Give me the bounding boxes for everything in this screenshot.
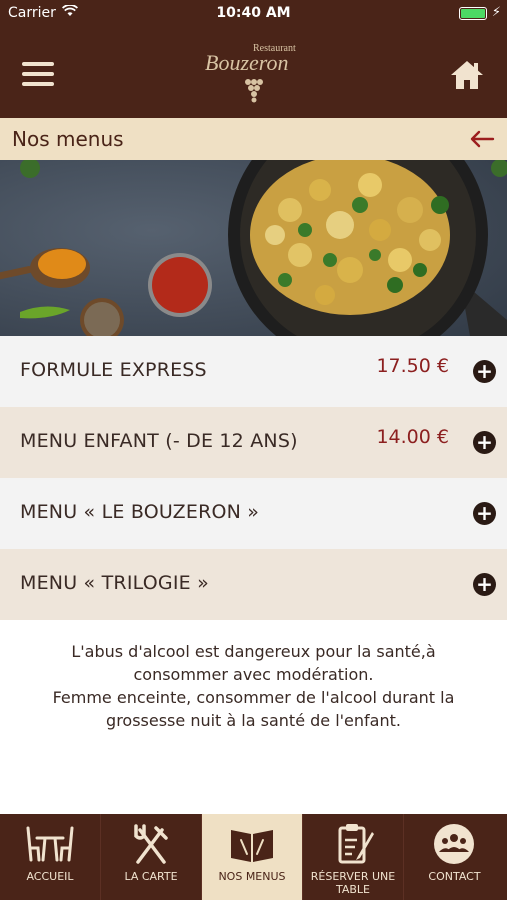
menu-price: 14.00 €: [376, 426, 449, 448]
status-bar: Carrier 10:40 AM ⚡: [0, 0, 507, 28]
menu-name: FORMULE EXPRESS: [20, 359, 207, 381]
arrow-left-icon: [470, 130, 495, 148]
tab-nos-menus[interactable]: NOS MENUS: [202, 814, 303, 900]
plus-circle-icon[interactable]: +: [473, 573, 496, 596]
disclaimer-line: consommer avec modération.: [133, 665, 374, 684]
table-chairs-icon: [26, 826, 74, 862]
restaurant-logo: Restaurant Bouzeron: [205, 34, 305, 109]
bottom-tab-bar: ACCUEIL LA CARTE NOS MENUS RÉSERVER UNE …: [0, 814, 507, 900]
menu-row-formule-express[interactable]: FORMULE EXPRESS 17.50 € +: [0, 336, 507, 407]
tab-reserver[interactable]: RÉSERVER UNE TABLE: [303, 814, 404, 900]
battery-icon: [459, 7, 487, 20]
alcohol-disclaimer: L'abus d'alcool est dangereux pour la sa…: [40, 640, 467, 732]
tab-label: RÉSERVER UNE TABLE: [310, 870, 396, 896]
page-title-bar: Nos menus: [0, 118, 507, 160]
hamburger-menu-button[interactable]: [22, 62, 54, 88]
home-icon: [451, 61, 483, 89]
disclaimer-line: L'abus d'alcool est dangereux pour la sa…: [71, 642, 436, 661]
menu-row-le-bouzeron[interactable]: MENU « LE BOUZERON » +: [0, 478, 507, 549]
disclaimer-line: grossesse nuit à la santé de l'enfant.: [106, 711, 401, 730]
app-header: Carrier 10:40 AM ⚡ Restaurant Bouzeron: [0, 0, 507, 118]
people-icon: [434, 824, 474, 864]
charging-icon: ⚡: [491, 5, 501, 20]
tab-label: NOS MENUS: [218, 870, 286, 883]
tab-contact[interactable]: CONTACT: [404, 814, 505, 900]
plus-circle-icon[interactable]: +: [473, 431, 496, 454]
hamburger-icon: [22, 62, 54, 66]
page-title: Nos menus: [12, 127, 124, 151]
menu-row-trilogie[interactable]: MENU « TRILOGIE » +: [0, 549, 507, 620]
tab-label: CONTACT: [428, 870, 481, 883]
menu-name: MENU ENFANT (- DE 12 ANS): [20, 430, 298, 452]
fork-knife-icon: [134, 824, 168, 864]
disclaimer-line: Femme enceinte, consommer de l'alcool du…: [52, 688, 455, 707]
status-time: 10:40 AM: [216, 5, 291, 21]
logo-title: Bouzeron: [205, 50, 289, 75]
menu-name: MENU « LE BOUZERON »: [20, 501, 260, 523]
food-illustration: [0, 160, 507, 336]
menu-row-menu-enfant[interactable]: MENU ENFANT (- DE 12 ANS) 14.00 € +: [0, 407, 507, 478]
menu-name: MENU « TRILOGIE »: [20, 572, 209, 594]
grapes-icon: [245, 79, 263, 103]
tab-accueil[interactable]: ACCUEIL: [0, 814, 101, 900]
tab-label: LA CARTE: [124, 870, 178, 883]
clipboard-pen-icon: [338, 824, 374, 864]
plus-circle-icon[interactable]: +: [473, 502, 496, 525]
plus-circle-icon[interactable]: +: [473, 360, 496, 383]
tab-la-carte[interactable]: LA CARTE: [101, 814, 202, 900]
menu-book-icon: [231, 830, 273, 862]
back-button[interactable]: [469, 126, 495, 152]
menu-price: 17.50 €: [376, 355, 449, 377]
home-button[interactable]: [448, 58, 486, 92]
tab-label: ACCUEIL: [26, 870, 74, 883]
hero-food-image: [0, 160, 507, 336]
